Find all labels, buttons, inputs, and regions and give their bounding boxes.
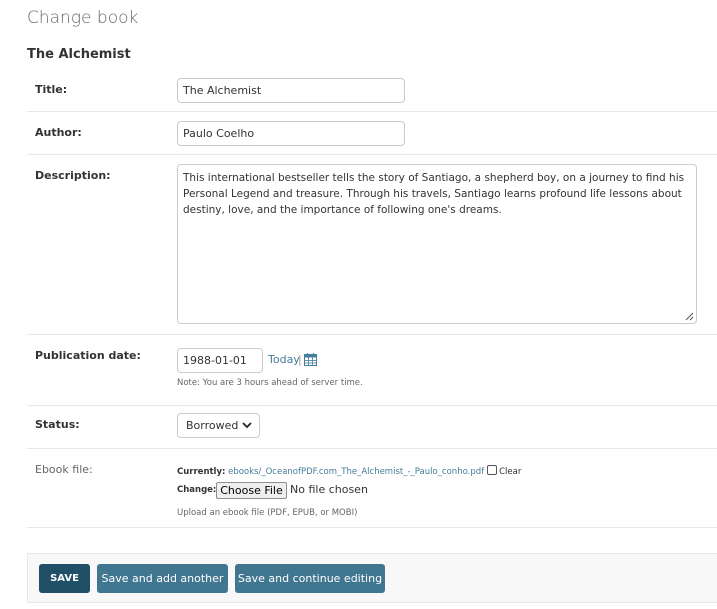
change-label: Change:	[177, 485, 217, 495]
submit-row: SAVE Save and add another Save and conti…	[27, 553, 717, 603]
current-file-line: Currently: ebooks/_OceanofPDF.com_The_Al…	[177, 465, 521, 477]
form-row-ebook-file: Ebook file: Currently: ebooks/_OceanofPD…	[27, 448, 717, 528]
change-file-line: Change:	[177, 485, 216, 495]
page-title: Change book	[27, 8, 139, 28]
save-and-add-another-button[interactable]: Save and add another	[97, 564, 228, 593]
save-and-continue-editing-button[interactable]: Save and continue editing	[235, 564, 385, 593]
form-row-publication-date: Publication date: 1988-01-01 Today | Not…	[27, 334, 717, 406]
no-file-chosen-text: No file chosen	[290, 483, 368, 496]
clear-label[interactable]: Clear	[499, 467, 521, 477]
date-separator: |	[298, 353, 302, 366]
timezone-note: Note: You are 3 hours ahead of server ti…	[177, 378, 363, 388]
resize-grip-icon[interactable]	[685, 312, 694, 321]
today-link[interactable]: Today	[268, 353, 300, 366]
form-row-status: Status: Borrowed	[27, 405, 717, 449]
form-row-description: Description: This international bestsell…	[27, 154, 717, 335]
calendar-icon[interactable]	[304, 353, 317, 366]
chevron-down-icon	[242, 422, 252, 429]
currently-label: Currently:	[177, 467, 226, 477]
current-file-link[interactable]: ebooks/_OceanofPDF.com_The_Alchemist_-_P…	[228, 467, 484, 477]
save-button[interactable]: SAVE	[39, 564, 90, 593]
description-text: This international bestseller tells the …	[183, 172, 685, 216]
object-title: The Alchemist	[27, 47, 131, 62]
author-input[interactable]: Paulo Coelho	[177, 121, 405, 146]
ebook-help-text: Upload an ebook file (PDF, EPUB, or MOBI…	[177, 508, 358, 518]
description-textarea[interactable]: This international bestseller tells the …	[177, 164, 697, 324]
clear-checkbox[interactable]	[487, 465, 498, 475]
author-label: Author:	[35, 126, 82, 139]
title-input[interactable]: The Alchemist	[177, 78, 405, 103]
status-selected-value: Borrowed	[186, 419, 239, 432]
publication-date-label: Publication date:	[35, 349, 141, 362]
form-row-title: Title: The Alchemist	[27, 70, 717, 112]
ebook-file-label: Ebook file:	[35, 463, 93, 476]
status-select[interactable]: Borrowed	[177, 413, 260, 438]
form-row-author: Author: Paulo Coelho	[27, 111, 717, 155]
publication-date-input[interactable]: 1988-01-01	[177, 348, 263, 373]
choose-file-button[interactable]: Choose File	[216, 482, 287, 499]
title-label: Title:	[35, 83, 68, 96]
status-label: Status:	[35, 418, 80, 431]
description-label: Description:	[35, 169, 111, 182]
